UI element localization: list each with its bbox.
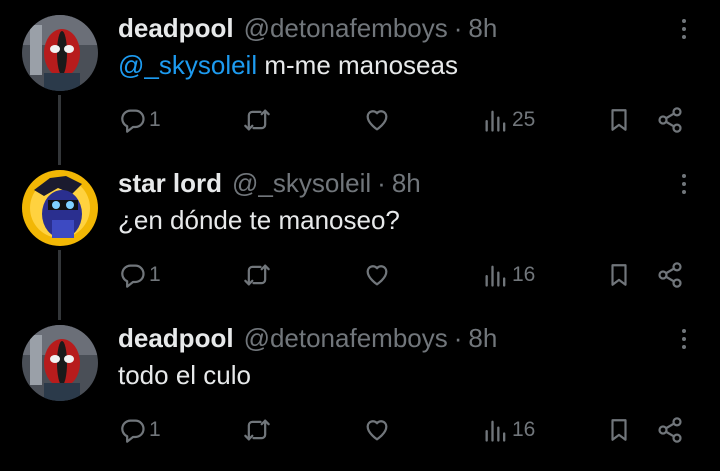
reply-button[interactable]: 1 xyxy=(119,410,161,450)
timestamp[interactable]: 8h xyxy=(392,168,421,199)
avatar[interactable] xyxy=(22,325,98,401)
views-icon xyxy=(485,110,506,132)
reply-button[interactable]: 1 xyxy=(119,255,161,295)
share-icon xyxy=(658,417,682,443)
tweet-text: ¿en dónde te manoseo? xyxy=(118,205,400,236)
bookmark-icon xyxy=(611,264,627,286)
views-button[interactable]: 16 xyxy=(482,255,535,295)
views-button[interactable]: 16 xyxy=(482,410,535,450)
views-icon xyxy=(485,420,506,442)
views-icon xyxy=(485,265,506,287)
tweet-body: ¿en dónde te manoseo? xyxy=(118,205,400,235)
like-button[interactable] xyxy=(363,255,391,295)
avatar[interactable] xyxy=(22,170,98,246)
tweet-body: todo el culo xyxy=(118,360,251,390)
share-icon xyxy=(658,262,682,288)
share-button[interactable] xyxy=(656,410,684,450)
tweet[interactable]: star lord @_skysoleil · 8h ¿en dónde te … xyxy=(0,155,720,310)
tweet[interactable]: deadpool @detonafemboys · 8h todo el cul… xyxy=(0,310,720,465)
retweet-button[interactable] xyxy=(243,255,271,295)
timestamp[interactable]: 8h xyxy=(468,13,497,44)
retweet-icon xyxy=(244,264,270,286)
share-icon xyxy=(658,107,682,133)
retweet-button[interactable] xyxy=(243,410,271,450)
like-icon xyxy=(366,110,388,131)
retweet-button[interactable] xyxy=(243,100,271,140)
bookmark-button[interactable] xyxy=(606,100,632,140)
retweet-icon xyxy=(244,419,270,441)
separator-dot: · xyxy=(453,12,463,43)
action-bar: 1 16 xyxy=(0,410,720,450)
more-icon[interactable] xyxy=(672,322,696,356)
separator-dot: · xyxy=(377,167,386,198)
display-name[interactable]: deadpool xyxy=(118,13,234,44)
more-icon[interactable] xyxy=(672,167,696,201)
share-button[interactable] xyxy=(656,255,684,295)
user-handle[interactable]: @_skysoleil xyxy=(232,168,371,199)
user-handle[interactable]: @detonafemboys xyxy=(244,13,448,44)
share-button[interactable] xyxy=(656,100,684,140)
reply-count: 1 xyxy=(149,263,161,286)
like-button[interactable] xyxy=(363,100,391,140)
avatar[interactable] xyxy=(22,15,98,91)
tweet-text: @_skysoleil m-me manoseas xyxy=(118,50,458,81)
view-count: 16 xyxy=(512,263,536,286)
tweet-text: todo el culo xyxy=(118,360,251,391)
timestamp[interactable]: 8h xyxy=(468,323,497,354)
mention-link[interactable]: @_skysoleil xyxy=(118,50,257,80)
reply-icon xyxy=(121,264,145,288)
bookmark-button[interactable] xyxy=(606,255,632,295)
like-icon xyxy=(366,265,388,286)
tweet[interactable]: deadpool @detonafemboys · 8h @_skysoleil… xyxy=(0,0,720,155)
reply-icon xyxy=(121,109,145,133)
reply-count: 1 xyxy=(149,108,161,131)
view-count: 25 xyxy=(512,108,536,131)
reply-button[interactable]: 1 xyxy=(119,100,161,140)
separator-dot: · xyxy=(453,322,463,353)
views-button[interactable]: 25 xyxy=(482,100,535,140)
view-count: 16 xyxy=(512,418,536,441)
tweet-body: m-me manoseas xyxy=(264,50,458,80)
action-bar: 1 16 xyxy=(0,255,720,295)
user-handle[interactable]: @detonafemboys xyxy=(244,323,448,354)
reply-count: 1 xyxy=(149,418,161,441)
display-name[interactable]: deadpool xyxy=(118,323,234,354)
display-name[interactable]: star lord xyxy=(118,168,222,199)
action-bar: 1 25 xyxy=(0,100,720,140)
reply-icon xyxy=(121,419,145,443)
more-icon[interactable] xyxy=(672,12,696,46)
retweet-icon xyxy=(244,109,270,131)
like-button[interactable] xyxy=(363,410,391,450)
bookmark-icon xyxy=(611,419,627,441)
bookmark-button[interactable] xyxy=(606,410,632,450)
bookmark-icon xyxy=(611,109,627,131)
like-icon xyxy=(366,420,388,441)
